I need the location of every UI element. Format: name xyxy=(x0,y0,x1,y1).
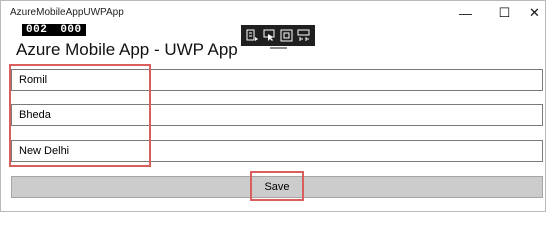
display-layout-adorners-icon[interactable] xyxy=(280,29,294,43)
window-title: AzureMobileAppUWPApp xyxy=(10,7,124,18)
first-name-input[interactable] xyxy=(11,69,543,91)
close-icon: ✕ xyxy=(529,5,540,20)
debug-toolbar xyxy=(241,25,315,46)
maximize-icon: ☐ xyxy=(498,5,511,20)
minimize-icon: — xyxy=(459,5,472,21)
last-name-input[interactable] xyxy=(11,104,543,126)
frame-counter-right: 000 xyxy=(60,24,82,36)
title-bar: AzureMobileAppUWPApp — ☐ ✕ xyxy=(1,1,545,25)
frame-rate-counter: 002 000 xyxy=(22,24,86,36)
live-visual-tree-icon[interactable] xyxy=(246,29,260,43)
select-element-icon[interactable] xyxy=(263,29,277,43)
page-title: Azure Mobile App - UWP App xyxy=(16,40,238,59)
frame-counter-left: 002 xyxy=(26,24,48,36)
save-button-label[interactable]: Save xyxy=(253,175,301,199)
debug-toolbar-grip[interactable] xyxy=(270,47,287,49)
city-input[interactable] xyxy=(11,140,543,162)
close-button[interactable]: ✕ xyxy=(518,1,550,25)
track-focus-icon[interactable] xyxy=(297,29,311,43)
maximize-button[interactable]: ☐ xyxy=(488,1,521,25)
minimize-button[interactable]: — xyxy=(449,1,482,25)
